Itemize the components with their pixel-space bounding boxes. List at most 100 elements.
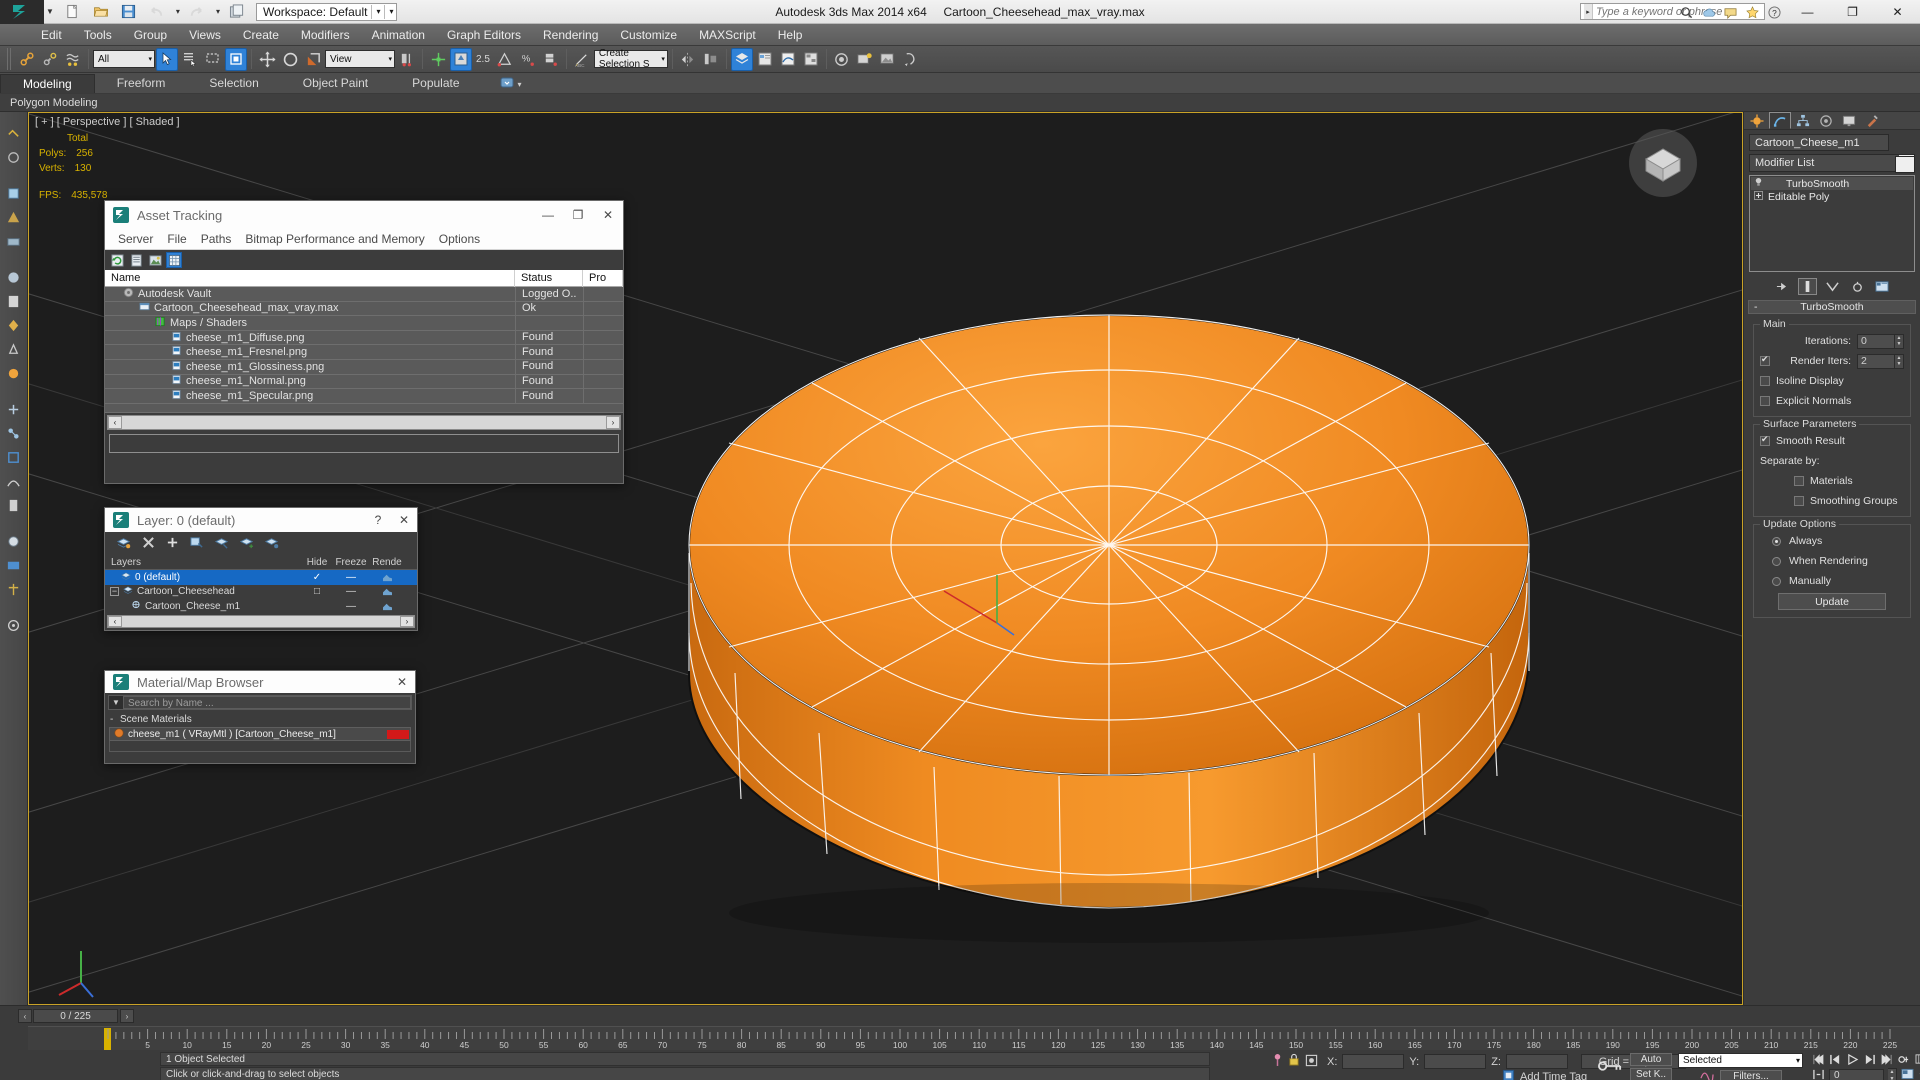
utilities-tab[interactable] bbox=[1861, 112, 1883, 129]
save-file-button[interactable] bbox=[118, 0, 140, 23]
materials-checkbox[interactable] bbox=[1794, 476, 1804, 486]
update-always-radio[interactable] bbox=[1772, 536, 1781, 546]
key-field[interactable]: 0 bbox=[1829, 1068, 1884, 1080]
layer-expander-icon[interactable]: − bbox=[110, 587, 119, 597]
prev-frame-button[interactable]: ‹ bbox=[18, 1009, 32, 1023]
time-tag-icon[interactable] bbox=[1502, 1069, 1515, 1080]
highlight-selected-icon[interactable] bbox=[214, 536, 229, 552]
left-icon-13[interactable] bbox=[3, 446, 25, 468]
add-time-tag-label[interactable]: Add Time Tag bbox=[1520, 1071, 1587, 1080]
redo-dropdown-icon[interactable]: ▾ bbox=[216, 7, 220, 16]
select-and-move-icon[interactable] bbox=[256, 48, 278, 71]
left-icon-17[interactable] bbox=[3, 554, 25, 576]
app-logo-button[interactable] bbox=[0, 0, 44, 24]
scene-explorer-icon[interactable] bbox=[754, 48, 776, 71]
set-current-layer-icon[interactable] bbox=[264, 536, 279, 552]
autodesk-360-icon[interactable] bbox=[1697, 1, 1719, 23]
goto-end-icon[interactable] bbox=[1880, 1053, 1893, 1068]
table-row[interactable]: cheese_m1_Specular.png Found bbox=[105, 388, 623, 404]
infocenter-search-icon[interactable] bbox=[1675, 1, 1697, 23]
layer-dialog-help-button[interactable]: ? bbox=[365, 508, 391, 532]
left-icon-11[interactable] bbox=[3, 398, 25, 420]
left-icon-12[interactable] bbox=[3, 422, 25, 444]
menu-item-create[interactable]: Create bbox=[232, 24, 290, 46]
layer-row-render-icon[interactable] bbox=[369, 573, 405, 582]
search-filter-dropdown-icon[interactable]: ▼ bbox=[109, 698, 123, 707]
scroll-track[interactable] bbox=[122, 415, 606, 429]
left-icon-19[interactable] bbox=[3, 614, 25, 636]
show-end-result-icon[interactable] bbox=[1797, 277, 1817, 295]
material-browser-close[interactable]: ✕ bbox=[389, 671, 415, 693]
percent-snap-icon[interactable]: % bbox=[517, 48, 539, 71]
update-manually-radio[interactable] bbox=[1772, 576, 1781, 586]
create-new-layer-icon[interactable] bbox=[116, 536, 131, 552]
layer-row-hide[interactable]: ✓ bbox=[301, 572, 333, 583]
select-objects-icon[interactable] bbox=[190, 536, 204, 552]
key-filters-button[interactable]: Filters... bbox=[1720, 1069, 1782, 1080]
favorites-icon[interactable] bbox=[1741, 1, 1763, 23]
table-row[interactable]: Maps / Shaders bbox=[105, 315, 623, 331]
ribbon-dropdown-caret-icon[interactable]: ▾ bbox=[518, 80, 522, 89]
rectangular-select-region-icon[interactable] bbox=[202, 48, 224, 71]
workspace-selector[interactable]: Workspace: Default ▾ ▾ bbox=[255, 2, 398, 21]
display-tab[interactable] bbox=[1838, 112, 1860, 129]
smoothing-groups-checkbox[interactable] bbox=[1794, 496, 1804, 506]
isolate-selection-icon[interactable] bbox=[1305, 1054, 1318, 1070]
modifier-list-dropdown[interactable]: Modifier List ▼ bbox=[1749, 154, 1915, 172]
next-frame-icon[interactable] bbox=[1863, 1054, 1876, 1068]
asset-column-status[interactable]: Status bbox=[515, 269, 583, 287]
left-icon-8[interactable] bbox=[3, 314, 25, 336]
scroll-track[interactable] bbox=[122, 615, 400, 627]
delete-layer-icon[interactable] bbox=[142, 536, 155, 552]
asset-horizontal-scrollbar[interactable]: ‹ › bbox=[107, 414, 621, 430]
select-and-rotate-icon[interactable] bbox=[279, 48, 301, 71]
ribbon-tab-object-paint[interactable]: Object Paint bbox=[281, 74, 390, 93]
previous-frame-icon[interactable] bbox=[1829, 1054, 1842, 1068]
scroll-right-arrow-icon[interactable]: › bbox=[606, 415, 620, 429]
timeline-ruler[interactable]: 5 10 15 20 25 30 35 40 45 50 55 60 65 70 75 80 85 90 95 100… bbox=[28, 1026, 1920, 1050]
render-iters-field[interactable]: 2 bbox=[1857, 353, 1895, 369]
modifier-stack-item-turbosmooth[interactable]: TurboSmooth bbox=[1751, 177, 1913, 190]
viewport-label[interactable]: [ + ] [ Perspective ] [ Shaded ] bbox=[35, 116, 180, 128]
update-mode-rendering-row[interactable]: When Rendering bbox=[1760, 553, 1904, 569]
spinner-snap-icon[interactable] bbox=[540, 48, 562, 71]
table-row[interactable]: cheese_m1_Glossiness.png Found bbox=[105, 359, 623, 375]
left-icon-7[interactable] bbox=[3, 290, 25, 312]
pin-stack-icon[interactable] bbox=[1272, 1053, 1283, 1070]
layer-row-render-icon[interactable] bbox=[369, 602, 405, 611]
asset-menu-server[interactable]: Server bbox=[111, 229, 160, 250]
menu-item-maxscript[interactable]: MAXScript bbox=[688, 24, 767, 46]
layer-column-hide[interactable]: Hide bbox=[301, 557, 333, 568]
y-field[interactable] bbox=[1424, 1054, 1487, 1069]
layer-dialog-close[interactable]: ✕ bbox=[391, 508, 417, 532]
maximize-viewport-icon[interactable] bbox=[1901, 1068, 1914, 1080]
align-icon[interactable] bbox=[700, 48, 722, 71]
scroll-left-arrow-icon[interactable]: ‹ bbox=[108, 415, 122, 429]
schematic-view-icon[interactable] bbox=[800, 48, 822, 71]
snaps-toggle-icon[interactable] bbox=[450, 47, 472, 71]
layer-row-freeze[interactable]: — bbox=[333, 601, 369, 612]
grid-view-icon[interactable] bbox=[166, 252, 182, 268]
list-item[interactable]: 0 (default) ✓ — bbox=[105, 570, 417, 585]
render-production-icon[interactable] bbox=[900, 48, 922, 71]
layer-row-freeze[interactable]: — bbox=[333, 572, 369, 583]
asset-menu-paths[interactable]: Paths bbox=[194, 229, 239, 250]
new-file-button[interactable] bbox=[62, 0, 84, 23]
material-editor-icon[interactable] bbox=[831, 48, 853, 71]
table-row[interactable]: cheese_m1_Normal.png Found bbox=[105, 374, 623, 390]
menu-item-animation[interactable]: Animation bbox=[361, 24, 436, 46]
layer-dialog[interactable]: Layer: 0 (default) ? ✕ Layers Hide Freez… bbox=[104, 507, 418, 631]
bind-space-warp-icon[interactable] bbox=[62, 48, 84, 71]
window-close-button[interactable]: ✕ bbox=[1875, 0, 1920, 24]
select-by-name-icon[interactable] bbox=[179, 48, 201, 71]
menu-item-tools[interactable]: Tools bbox=[73, 24, 123, 46]
asset-column-pro[interactable]: Pro bbox=[583, 269, 623, 287]
list-item[interactable]: cheese_m1 ( VRayMtl ) [Cartoon_Cheese_m1… bbox=[109, 727, 411, 741]
iterations-spinner[interactable]: ▲ ▼ bbox=[1895, 333, 1904, 349]
named-selection-sets-combo[interactable]: Create Selection S ▾ bbox=[593, 48, 668, 70]
app-menu-caret-icon[interactable]: ▼ bbox=[46, 7, 54, 16]
asset-tracking-list[interactable]: Autodesk Vault Logged O.. Cartoon_Cheese… bbox=[105, 286, 623, 413]
left-icon-5[interactable] bbox=[3, 230, 25, 252]
set-key-button[interactable]: Set K.. bbox=[1630, 1068, 1672, 1080]
update-mode-manually-row[interactable]: Manually bbox=[1760, 573, 1904, 589]
